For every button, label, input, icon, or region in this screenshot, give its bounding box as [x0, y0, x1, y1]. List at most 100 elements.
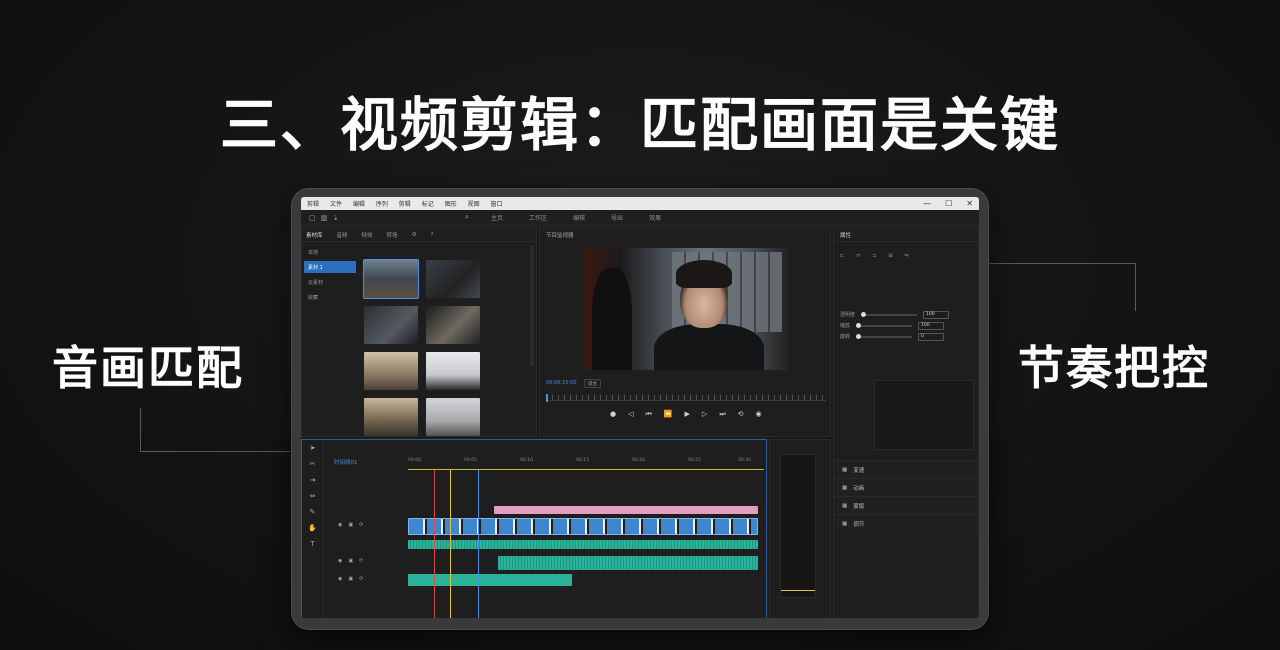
step-back-icon[interactable]: ⏮: [646, 410, 652, 419]
media-thumbnail[interactable]: [363, 259, 419, 299]
media-side-item[interactable]: 收藏: [304, 291, 356, 303]
back-icon[interactable]: ⏪: [664, 410, 673, 419]
solo-icon[interactable]: ▣: [348, 576, 353, 582]
lock-icon[interactable]: ▣: [348, 522, 353, 528]
marker-line-red[interactable]: [434, 470, 435, 618]
solo-icon[interactable]: ▣: [348, 558, 353, 564]
loop-icon[interactable]: ⟲: [738, 410, 744, 419]
preview-title: 节目监视器: [546, 233, 574, 239]
settings-icon[interactable]: ⚙: [412, 232, 417, 238]
prev-frame-icon[interactable]: ◁: [628, 410, 633, 419]
align-right-icon[interactable]: ⊐: [872, 253, 876, 259]
menu-item[interactable]: 剪辑: [399, 201, 411, 208]
media-side-item[interactable]: 素材 1: [304, 261, 356, 273]
media-side-item[interactable]: 云素材: [304, 276, 356, 288]
menu-item[interactable]: 标记: [422, 201, 434, 208]
tab-media[interactable]: 素材库: [306, 231, 323, 239]
props-list-item[interactable]: ▦ 动画: [834, 478, 978, 496]
media-thumbnail[interactable]: [364, 398, 418, 436]
tab-export[interactable]: 导出: [611, 213, 623, 222]
music-clip[interactable]: [498, 556, 758, 570]
prop-slider[interactable]: [856, 323, 913, 328]
prop-value[interactable]: 100: [918, 321, 945, 330]
panel-icon[interactable]: ▥: [321, 214, 333, 222]
timeline-ruler[interactable]: 00:00 00:05 00:10 00:15 00:20 00:25 00:3…: [408, 456, 764, 470]
media-thumbnail[interactable]: [364, 306, 418, 344]
props-list-item[interactable]: ▦ 蒙版: [834, 496, 978, 514]
eye-icon[interactable]: ◉: [338, 522, 342, 528]
preview-scrubber[interactable]: [546, 394, 826, 402]
props-list-item[interactable]: ▦ 调节: [834, 514, 978, 532]
media-panel: 素材库 音频 特效 转场 ⚙ ? 本地 素材 1 云素材 收藏: [301, 227, 537, 437]
media-scrollbar[interactable]: [530, 246, 534, 366]
track-tool-icon[interactable]: ⇥: [302, 472, 323, 488]
menu-item[interactable]: 序列: [376, 201, 388, 208]
tab-edit[interactable]: 编辑: [573, 213, 585, 222]
pen-tool-icon[interactable]: ✎: [302, 504, 323, 520]
media-thumbnail[interactable]: [426, 260, 480, 298]
ripple-tool-icon[interactable]: ⇔: [302, 488, 323, 504]
search-icon[interactable]: ⌕: [465, 213, 477, 222]
prop-row: 旋转 0: [834, 331, 978, 342]
left-connector-line: [140, 408, 290, 452]
fit-dropdown[interactable]: 适合: [584, 379, 601, 388]
media-thumbnail[interactable]: [426, 398, 480, 436]
mute-icon[interactable]: ◉: [338, 558, 342, 564]
volume-icon[interactable]: ⟳: [359, 576, 363, 582]
mute-icon[interactable]: ◉: [338, 576, 342, 582]
tab-workspace[interactable]: 工作区: [529, 213, 547, 222]
media-sidebar: 本地 素材 1 云素材 收藏: [304, 246, 356, 306]
tab-home[interactable]: 主页: [491, 213, 503, 222]
hand-tool-icon[interactable]: ✋: [302, 520, 323, 536]
video-clip[interactable]: [408, 518, 758, 535]
text-clip[interactable]: [494, 506, 758, 514]
prop-value[interactable]: 0: [918, 332, 945, 341]
media-thumbnail[interactable]: [426, 352, 480, 390]
marker-icon[interactable]: ●: [610, 410, 616, 419]
voice-clip[interactable]: [408, 574, 572, 586]
volume-icon[interactable]: ⟳: [359, 558, 363, 564]
camera-icon[interactable]: ◉: [756, 410, 762, 419]
maximize-button[interactable]: ☐: [945, 199, 952, 208]
ruler-tick: 00:15: [576, 458, 589, 463]
play-icon[interactable]: ▶: [685, 410, 690, 419]
tab-audio[interactable]: 音频: [337, 231, 348, 239]
minimize-button[interactable]: —: [923, 199, 931, 208]
props-list-item[interactable]: ▦ 变速: [834, 460, 978, 478]
menu-item[interactable]: 文件: [330, 201, 342, 208]
next-frame-icon[interactable]: ▷: [702, 410, 707, 419]
tab-transition[interactable]: 转场: [387, 231, 398, 239]
tab-fx[interactable]: 特效: [362, 231, 373, 239]
align-left-icon[interactable]: ⊏: [840, 253, 844, 259]
help-icon[interactable]: ?: [431, 232, 434, 238]
timeline-name[interactable]: 时间线01: [334, 458, 358, 466]
media-thumbnail[interactable]: [426, 306, 480, 344]
import-icon[interactable]: ⇣: [333, 214, 345, 222]
layout-icon[interactable]: ▢: [309, 214, 321, 222]
text-tool-icon[interactable]: T: [302, 536, 323, 552]
distribute-icon[interactable]: ⊞: [888, 253, 892, 259]
menu-item[interactable]: 窗口: [491, 201, 503, 208]
flip-icon[interactable]: ⇋: [905, 253, 909, 259]
playhead-marker[interactable]: [546, 394, 548, 402]
align-center-icon[interactable]: ⊓: [856, 253, 860, 259]
select-tool-icon[interactable]: ➤: [302, 440, 323, 456]
link-icon[interactable]: ⟳: [359, 522, 363, 528]
audio-clip[interactable]: [408, 540, 758, 549]
prop-value[interactable]: 100: [923, 310, 950, 319]
razor-tool-icon[interactable]: ✂: [302, 456, 323, 472]
menu-item[interactable]: 视图: [468, 201, 480, 208]
media-side-item[interactable]: 本地: [304, 246, 356, 258]
playhead[interactable]: [478, 470, 479, 618]
tab-effects[interactable]: 效果: [649, 213, 661, 222]
workspace-tabs: 主页 工作区 编辑 导出 效果: [491, 213, 661, 222]
step-forward-icon[interactable]: ⏭: [719, 410, 725, 419]
prop-slider[interactable]: [856, 334, 913, 339]
marker-line-yellow[interactable]: [450, 470, 451, 618]
media-thumbnail[interactable]: [364, 352, 418, 390]
close-button[interactable]: ✕: [966, 199, 973, 208]
prop-slider[interactable]: [861, 312, 918, 317]
menu-item[interactable]: 图形: [445, 201, 457, 208]
menu-item[interactable]: 编辑: [353, 201, 365, 208]
menu-item[interactable]: 剪辑: [307, 201, 319, 208]
